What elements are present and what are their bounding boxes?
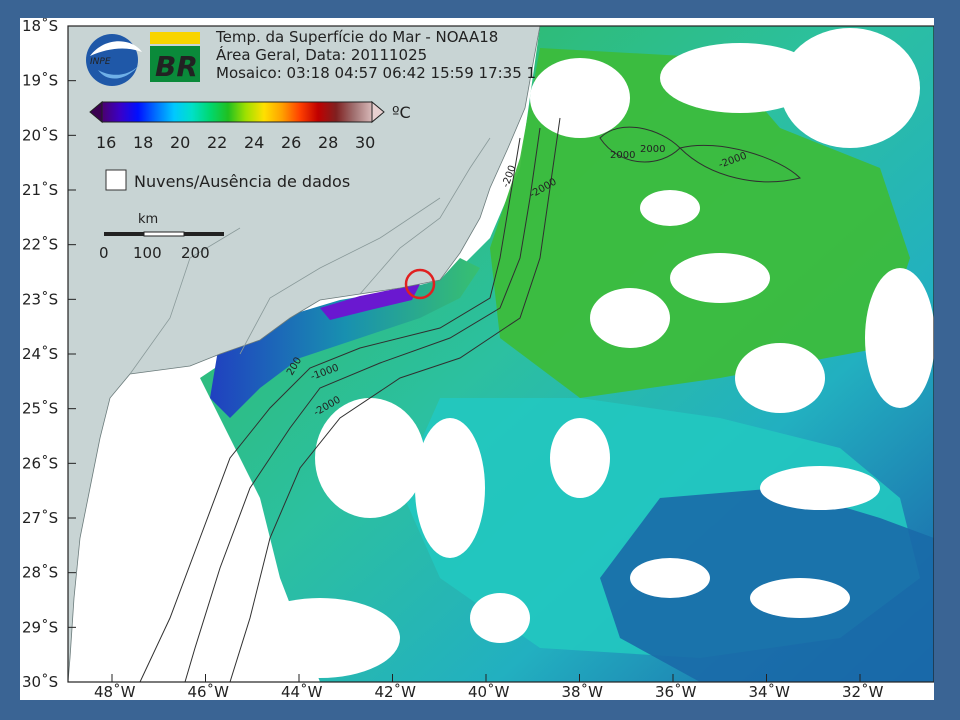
lon-labels: 48˚W 46˚W 44˚W 42˚W 40˚W 38˚W 36˚W 34˚W 32˚W: [94, 683, 884, 700]
lat-label: 18˚S: [22, 18, 58, 35]
lat-label: 29˚S: [22, 618, 58, 636]
contour-label: 2000: [610, 150, 635, 161]
lat-label: 22˚S: [22, 236, 58, 254]
lat-label: 20˚S: [22, 126, 58, 144]
scale-label: 200: [181, 244, 210, 262]
lon-label: 46˚W: [188, 683, 230, 700]
inpe-text: INPE: [90, 57, 111, 67]
clouds-swatch: [105, 169, 127, 191]
sst-map: 18˚S 19˚S 20˚S 21˚S 22˚S 23˚S 24˚S 25˚S 26˚S 27˚S…: [22, 18, 934, 700]
br-text: BR: [155, 50, 198, 83]
header-title: Temp. da Superfície do Mar - NOAA18: [216, 28, 499, 46]
header-mosaic: Mosaico: 03:18 04:57 06:42 15:59 17:35 1…: [216, 64, 536, 82]
colorbar-tick-label: 16: [96, 133, 116, 152]
colorbar-tick-label: 18: [133, 133, 153, 152]
lat-label: 23˚S: [22, 290, 58, 308]
br-logo: BR: [150, 32, 200, 83]
lon-label: 38˚W: [562, 683, 604, 700]
lon-label: 32˚W: [842, 683, 884, 700]
lon-label: 44˚W: [281, 683, 323, 700]
colorbar-tick-label: 26: [281, 133, 301, 152]
lon-label: 36˚W: [655, 683, 697, 700]
colorbar-tick-label: 24: [244, 133, 264, 152]
lat-label: 26˚S: [22, 454, 58, 472]
lat-label: 19˚S: [22, 72, 58, 90]
lon-label: 42˚W: [375, 683, 417, 700]
colorbar-tick-label: 30: [355, 133, 375, 152]
scale-unit: km: [138, 212, 158, 227]
lon-label: 40˚W: [468, 683, 510, 700]
map-frame: 18˚S 19˚S 20˚S 21˚S 22˚S 23˚S 24˚S 25˚S 26˚S 27˚S…: [20, 18, 934, 700]
lat-label: 27˚S: [22, 509, 58, 527]
scale-label: 100: [133, 244, 162, 262]
colorbar-tick-label: 22: [207, 133, 227, 152]
colorbar-unit: ºC: [392, 103, 411, 122]
scale-label: 0: [99, 244, 109, 262]
lat-label: 28˚S: [22, 564, 58, 582]
clouds-label: Nuvens/Ausência de dados: [134, 172, 350, 191]
contour-label: 2000: [640, 144, 665, 155]
colorbar-bar: [101, 101, 373, 123]
header-area-date: Área Geral, Data: 20111025: [216, 46, 428, 64]
lat-label: 21˚S: [22, 181, 58, 199]
lon-label: 48˚W: [94, 683, 136, 700]
lat-labels: 18˚S 19˚S 20˚S 21˚S 22˚S 23˚S 24˚S 25˚S 26˚S 27˚S…: [22, 18, 58, 691]
lat-label: 24˚S: [22, 345, 58, 363]
lon-label: 34˚W: [749, 683, 791, 700]
lat-label: 25˚S: [22, 400, 58, 418]
colorbar-tick-label: 20: [170, 133, 190, 152]
lat-label: 30˚S: [22, 673, 58, 691]
colorbar-tick-label: 28: [318, 133, 338, 152]
